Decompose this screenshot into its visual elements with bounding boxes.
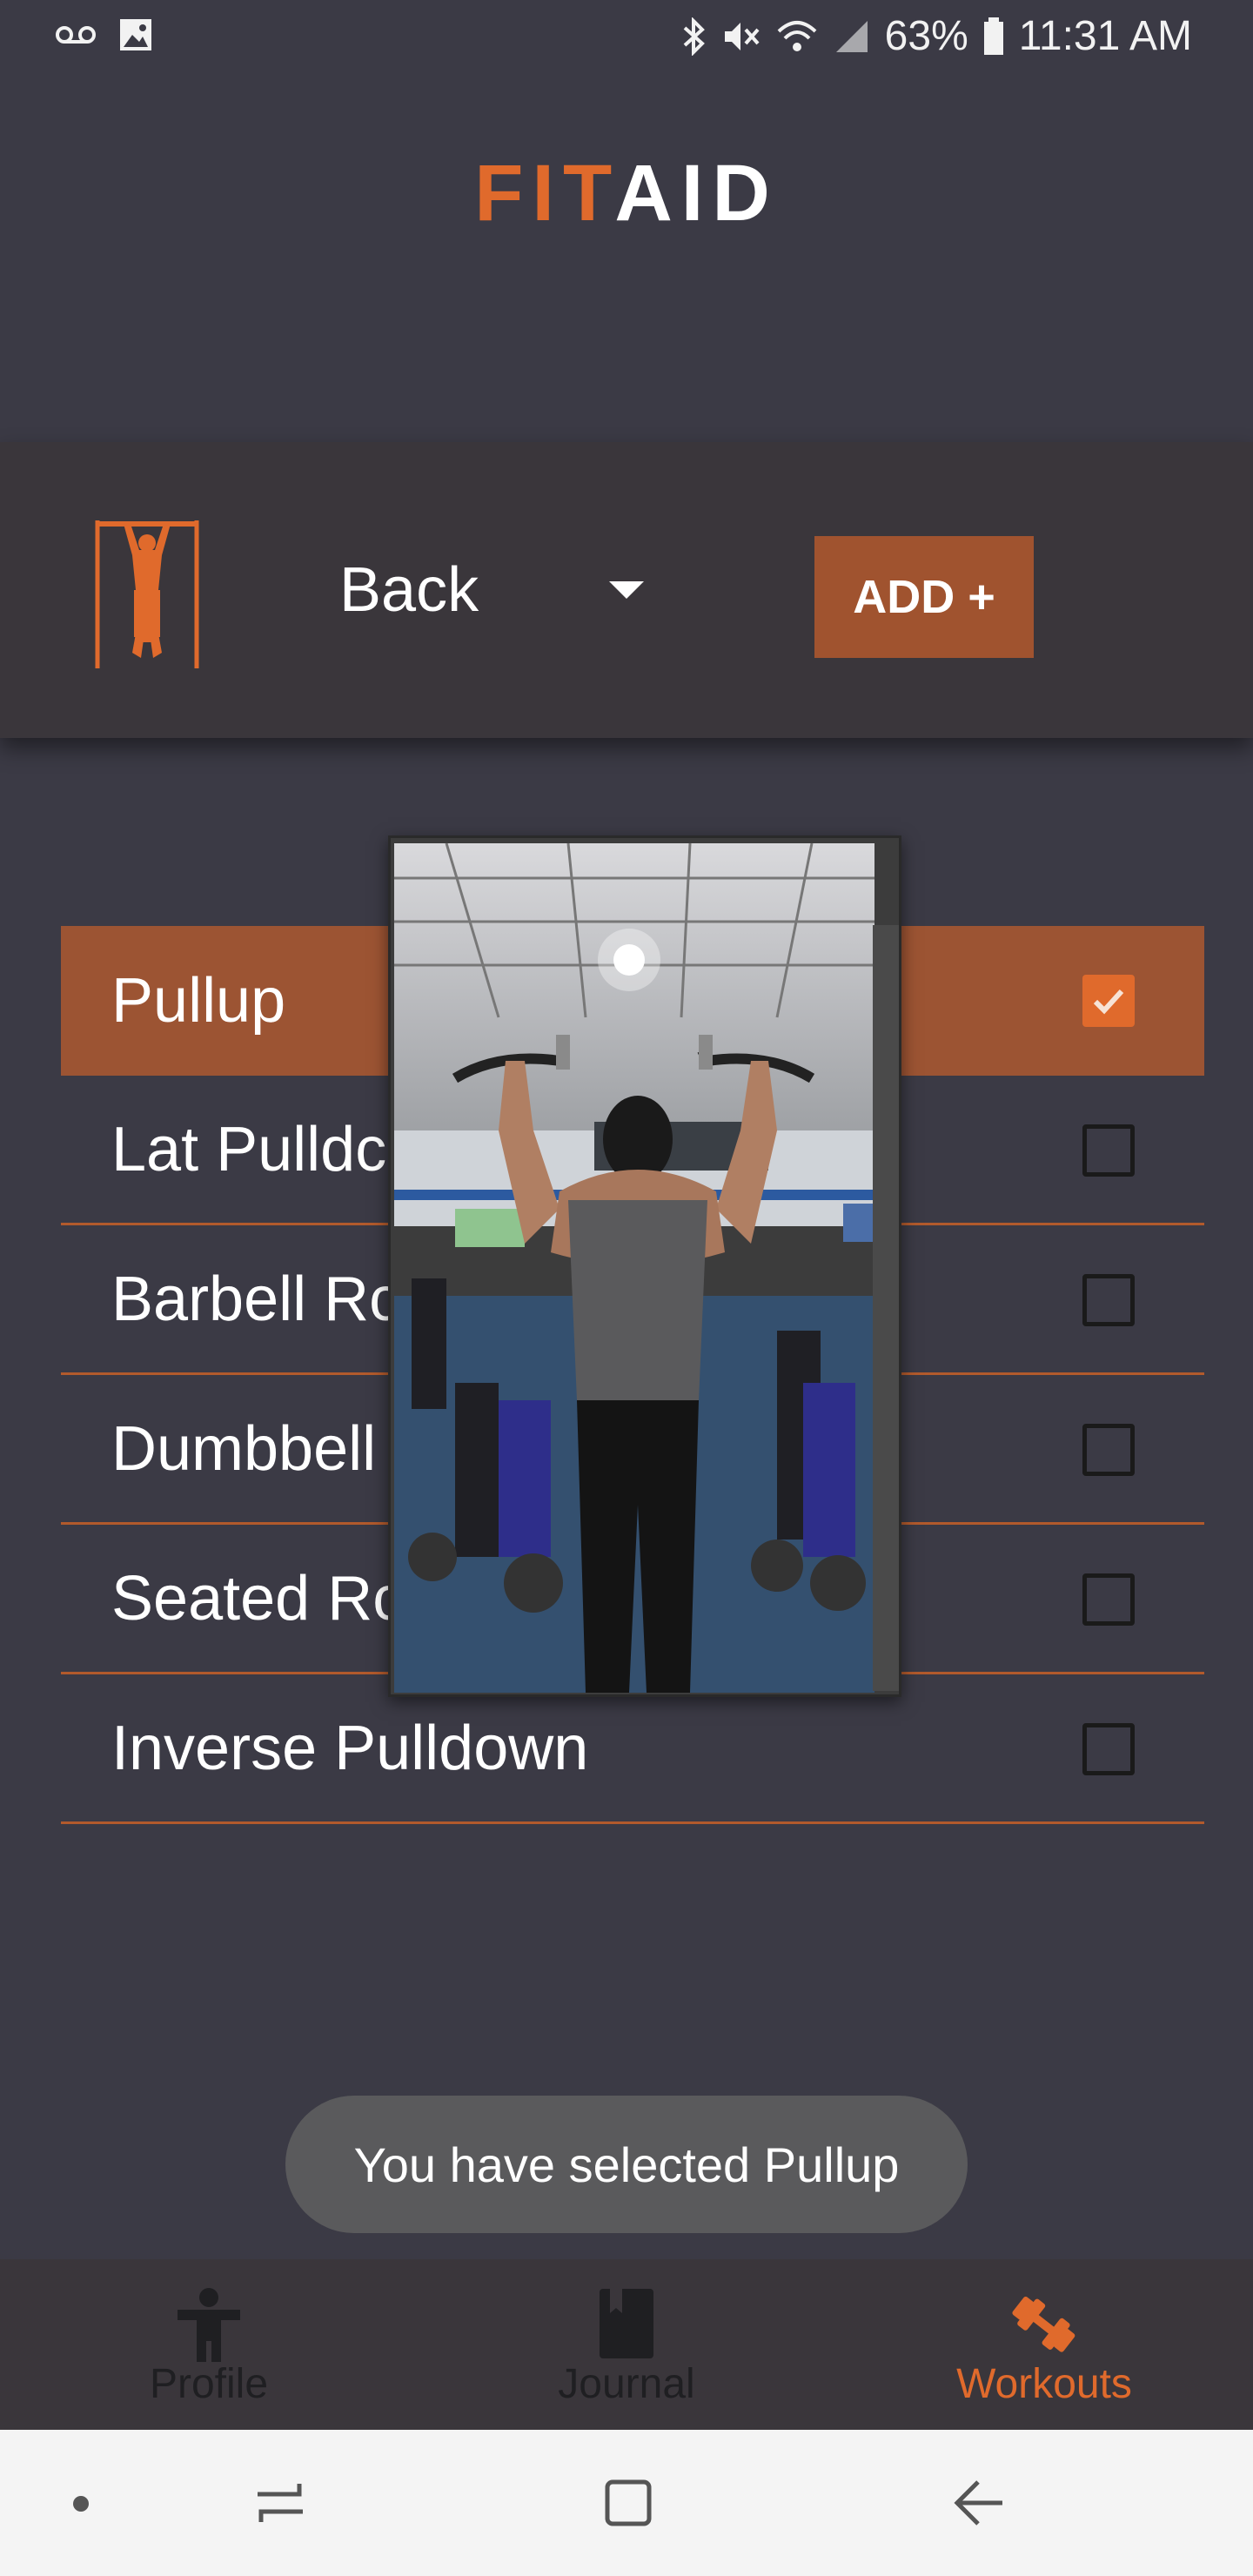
voicemail-icon [56,24,96,45]
bluetooth-icon [681,17,707,56]
exercise-label: Barbell Rc [111,1264,401,1334]
pullup-figure-icon [90,512,204,668]
exercise-label: Pullup [111,966,286,1036]
category-value: Back [339,555,479,625]
clock: 11:31 AM [1018,13,1192,59]
signal-icon [833,17,871,56]
logo-fit: FIT [474,149,615,238]
image-icon [118,17,153,52]
back-arrow-icon[interactable] [952,2475,1008,2535]
nav-label: Workouts [956,2361,1132,2407]
system-nav-bar [0,2430,1253,2576]
category-header: Back ADD + [0,442,1253,738]
recents-icon[interactable] [252,2475,308,2535]
nav-label: Profile [149,2361,269,2407]
battery-icon [982,17,1005,56]
app-logo: FITAID [0,148,1253,239]
nav-journal[interactable]: Journal [418,2259,835,2430]
category-dropdown[interactable]: Back [339,547,653,634]
nav-workouts[interactable]: Workouts [835,2259,1253,2430]
nav-label: Journal [558,2361,695,2407]
exercise-label: Inverse Pulldown [111,1713,589,1783]
exercise-checkbox[interactable] [1082,1124,1135,1177]
exercise-checkbox[interactable] [1082,1424,1135,1476]
toast-message: You have selected Pullup [285,2096,968,2233]
exercise-photo [394,843,874,1693]
exercise-label: Seated Rc [111,1563,405,1633]
dumbbell-icon [1012,2296,1075,2352]
exercise-label: Lat Pulldc [111,1114,387,1184]
person-icon [178,2288,240,2362]
checkmark-icon [1093,989,1124,1015]
status-bar: 63% 11:31 AM [0,0,1253,73]
exercise-label: Dumbbell [111,1413,377,1484]
home-icon[interactable] [600,2475,656,2535]
dot-icon[interactable] [71,2494,90,2518]
exercise-checkbox[interactable] [1082,1573,1135,1626]
exercise-checkbox[interactable] [1082,1274,1135,1326]
popup-scrollbar[interactable] [873,925,899,1691]
book-icon [600,2289,653,2358]
exercise-checkbox[interactable] [1082,1723,1135,1775]
exercise-checkbox[interactable] [1082,975,1135,1027]
wifi-icon [775,17,819,56]
logo-aid: AID [614,149,779,238]
chevron-down-icon [609,581,644,599]
exercise-image-popup[interactable] [388,835,901,1697]
battery-percent: 63% [884,13,968,59]
add-button[interactable]: ADD + [814,536,1034,658]
toast-text: You have selected Pullup [353,2137,900,2192]
mute-icon [721,17,761,56]
bottom-nav: Profile Journal Workouts [0,2259,1253,2430]
nav-profile[interactable]: Profile [0,2259,418,2430]
